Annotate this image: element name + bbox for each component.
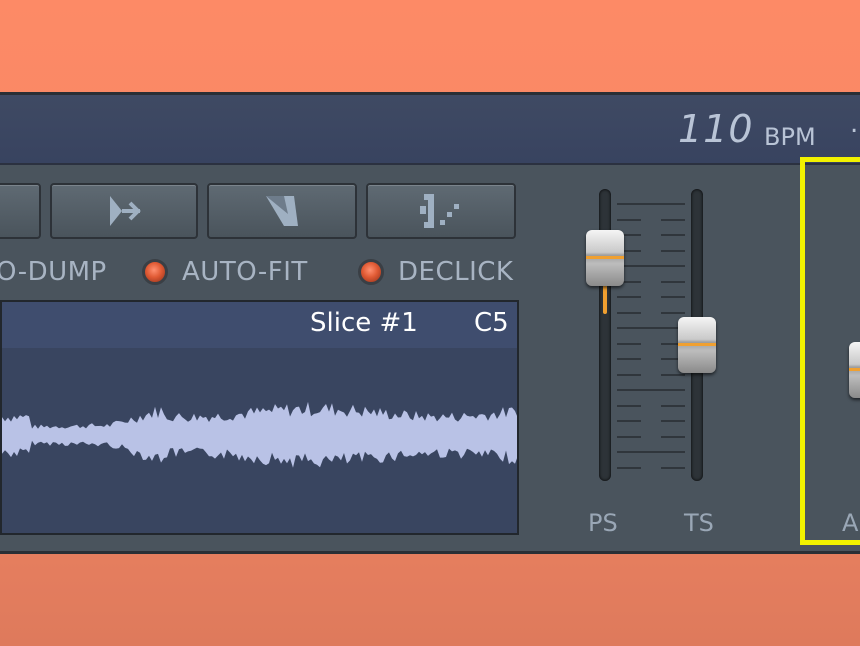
fader-tick xyxy=(661,420,685,422)
fader-tick xyxy=(661,203,685,205)
fader-tick xyxy=(661,311,685,314)
fader-tick xyxy=(617,404,641,407)
auto-fit-led-icon[interactable] xyxy=(142,259,168,285)
fader-tick xyxy=(617,311,641,314)
panel-header: 110 BPM . xyxy=(0,95,860,165)
fader-tick xyxy=(617,435,641,438)
toolbar-button-slice[interactable] xyxy=(366,183,516,239)
auto-fit-label: AUTO-FIT xyxy=(182,257,308,287)
waveform-display[interactable]: Slice #1 C5 xyxy=(0,300,519,535)
fader-tick xyxy=(661,218,685,221)
highlighted-control[interactable] xyxy=(800,157,860,545)
option-auto-fit[interactable]: AUTO-FIT xyxy=(142,255,308,289)
slicer-panel: 110 BPM . O-DUMP AUTO-FIT DECLICK Slice … xyxy=(0,92,860,554)
bpm-value[interactable]: 110 xyxy=(678,107,754,151)
fader-tick xyxy=(617,466,641,469)
waveform-shape xyxy=(2,401,517,468)
fader-tick xyxy=(661,280,685,283)
ts-fader-knob[interactable] xyxy=(678,317,716,373)
fader-tick xyxy=(661,451,685,453)
waveform-header: Slice #1 C5 xyxy=(2,302,517,348)
fader-tick xyxy=(661,265,685,267)
fader-tick xyxy=(661,466,685,469)
fader-tick xyxy=(617,358,641,360)
fader-tick xyxy=(617,373,641,376)
ts-fader-label: TS xyxy=(684,509,714,537)
fader-tick xyxy=(661,296,685,298)
trim-shape-icon xyxy=(260,192,304,230)
fader-tick xyxy=(661,249,685,252)
toolbar-button-partial[interactable] xyxy=(0,183,41,239)
fader-tick xyxy=(617,342,641,345)
fader-tick xyxy=(661,234,685,236)
fader-tick xyxy=(617,420,641,422)
slice-grid-icon xyxy=(418,192,464,230)
declick-led-icon[interactable] xyxy=(358,259,384,285)
option-auto-dump[interactable]: O-DUMP xyxy=(0,255,107,289)
slice-label: Slice #1 xyxy=(310,308,418,338)
split-arrow-icon xyxy=(106,194,142,228)
ps-fader-label: PS xyxy=(588,509,618,537)
header-edge-text: . xyxy=(850,109,859,139)
fader-tick xyxy=(617,218,641,221)
waveform-graph xyxy=(2,401,517,468)
fader-tick xyxy=(661,389,685,391)
toolbar-button-split[interactable] xyxy=(50,183,198,239)
toolbar-button-trim[interactable] xyxy=(207,183,357,239)
fader-tick xyxy=(617,296,641,298)
note-label: C5 xyxy=(474,308,509,338)
ps-fader-knob[interactable] xyxy=(586,229,624,286)
a-fader-label: A xyxy=(842,509,859,537)
fader-tick xyxy=(661,373,685,376)
a-fader-knob[interactable] xyxy=(849,342,860,398)
bpm-label: BPM xyxy=(764,123,816,151)
option-declick[interactable]: DECLICK xyxy=(358,255,513,289)
fader-tick xyxy=(661,404,685,407)
fader-tick xyxy=(661,435,685,438)
declick-label: DECLICK xyxy=(398,257,514,287)
auto-dump-label: O-DUMP xyxy=(0,257,107,287)
